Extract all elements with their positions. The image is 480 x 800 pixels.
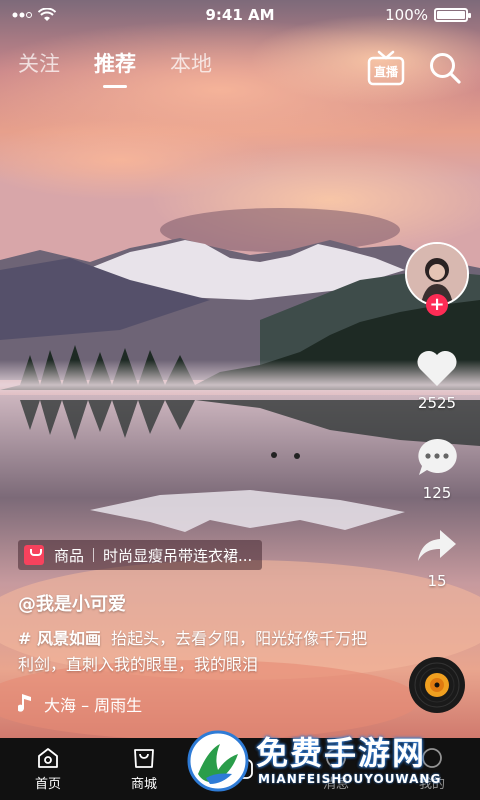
status-left [12, 8, 152, 22]
comment-count: 125 [422, 484, 452, 502]
tab-following[interactable]: 关注 [18, 48, 60, 88]
music-disc-icon[interactable] [408, 656, 466, 714]
nav-shop[interactable]: 商城 [96, 738, 192, 800]
wifi-icon [38, 8, 56, 21]
share-button[interactable]: 15 [415, 526, 459, 590]
nav-home[interactable]: 首页 [0, 738, 96, 800]
comment-icon [418, 438, 457, 475]
watermark-logo-icon [187, 730, 249, 792]
product-title: 时尚显瘦吊带连衣裙... [103, 546, 253, 565]
video-info: 商品 时尚显瘦吊带连衣裙... @我是小可爱 # 风景如画 抬起头，去看夕阳，阳… [18, 540, 398, 716]
video-feed-screen: 9:41 AM 100% 关注 推荐 本地 直播 + 2525 125 15 商… [0, 0, 480, 800]
status-right: 100% [328, 6, 471, 24]
creator-avatar-group: + [405, 242, 469, 316]
site-watermark: 免费手游网 MIANFEISHOUYOUWANG [186, 726, 476, 798]
signal-icon [12, 12, 32, 18]
music-note-icon [18, 694, 31, 712]
follow-plus-button[interactable]: + [426, 294, 448, 316]
tab-recommended[interactable]: 推荐 [94, 48, 136, 88]
search-icon[interactable] [428, 51, 462, 85]
status-time: 9:41 AM [205, 6, 275, 24]
like-button[interactable]: 2525 [415, 348, 459, 412]
status-bar: 9:41 AM 100% [0, 0, 480, 30]
share-arrow-icon [418, 530, 456, 561]
shop-icon [134, 748, 154, 768]
action-column: + 2525 125 15 [404, 242, 470, 590]
home-icon [38, 747, 58, 768]
comment-button[interactable]: 125 [415, 436, 459, 502]
product-divider [93, 548, 95, 562]
like-count: 2525 [417, 394, 457, 412]
heart-icon [417, 350, 457, 386]
tab-local[interactable]: 本地 [170, 48, 212, 88]
nav-shop-label: 商城 [130, 776, 157, 792]
caption-hashtag[interactable]: # 风景如画 [18, 629, 101, 648]
creator-username[interactable]: @我是小可爱 [18, 590, 398, 616]
music-info[interactable]: 大海 – 周雨生 [18, 692, 398, 716]
video-caption: # 风景如画 抬起头，去看夕阳，阳光好像千万把利剑，直刺入我的眼里，我的眼泪 [18, 626, 378, 678]
watermark-subtitle: MIANFEISHOUYOUWANG [258, 772, 442, 786]
share-count: 15 [427, 572, 447, 590]
live-label: 直播 [373, 65, 398, 79]
product-label: 商品 [54, 546, 85, 565]
battery-icon [434, 8, 471, 22]
feed-tabs: 关注 推荐 本地 [18, 48, 366, 88]
shopping-bag-icon [24, 545, 44, 565]
music-title: 大海 – 周雨生 [44, 696, 143, 715]
battery-percent: 100% [385, 6, 428, 24]
live-button[interactable]: 直播 [366, 48, 406, 88]
top-bar: 关注 推荐 本地 直播 [0, 46, 480, 90]
watermark-title: 免费手游网 [256, 734, 427, 772]
product-tag[interactable]: 商品 时尚显瘦吊带连衣裙... [18, 540, 263, 570]
nav-home-label: 首页 [34, 776, 61, 792]
